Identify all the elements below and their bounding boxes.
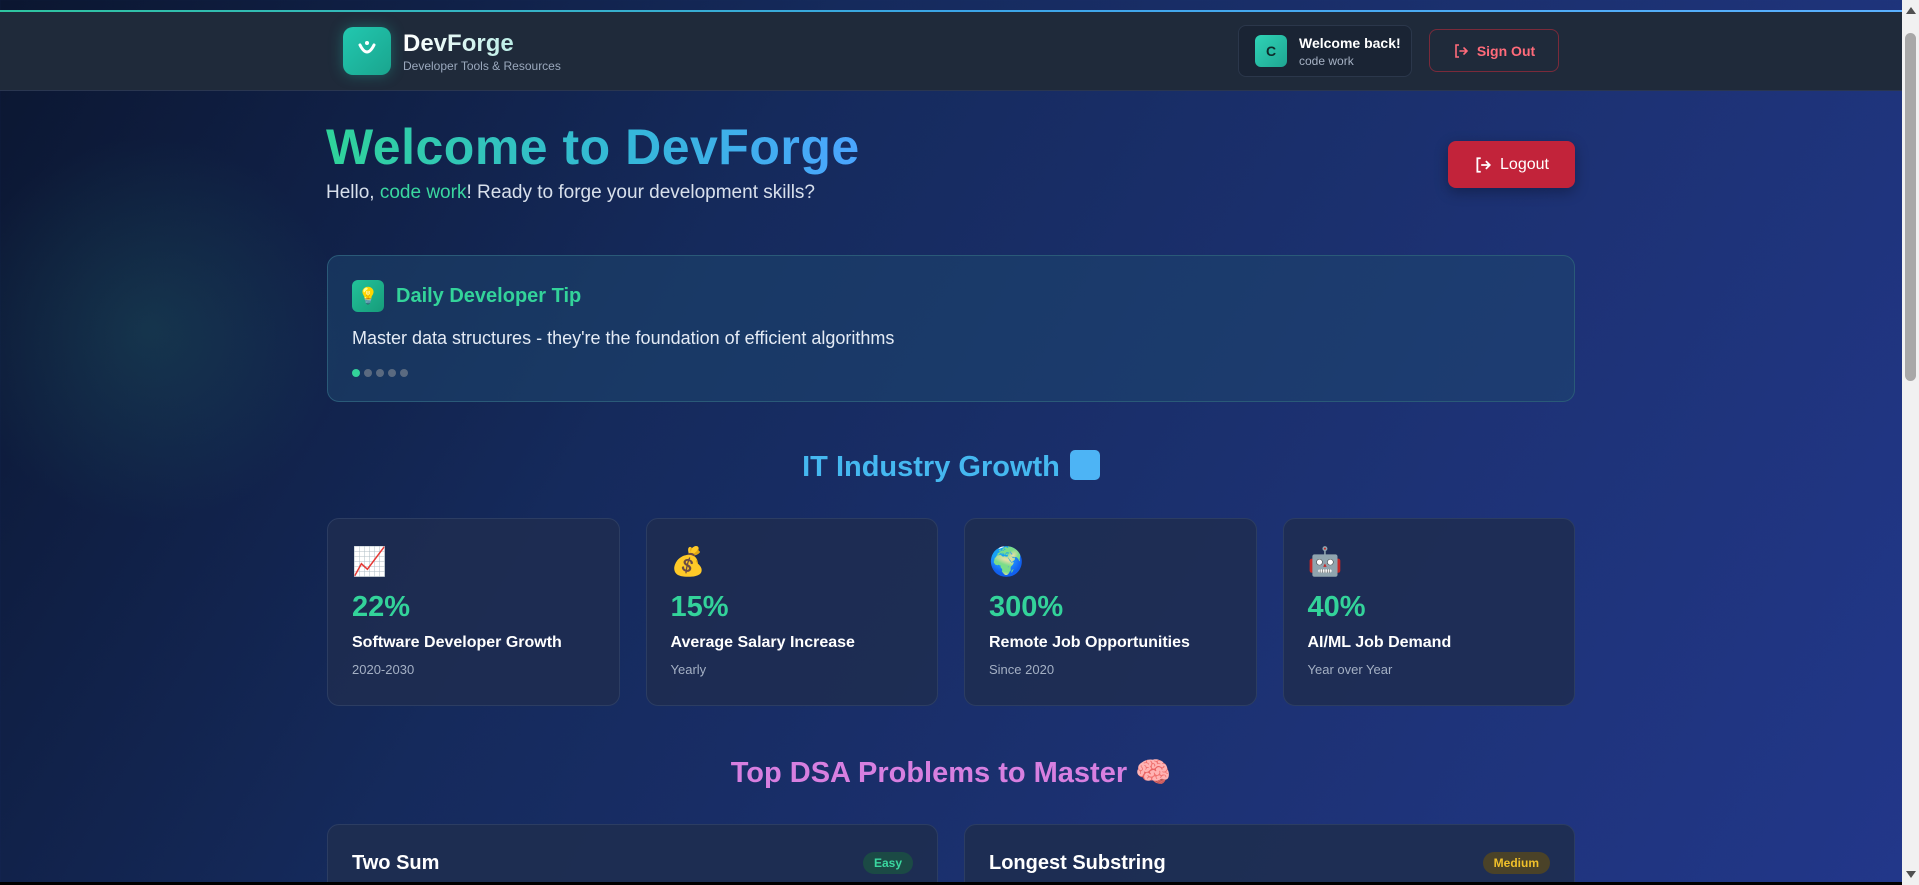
growth-card: 💰 15% Average Salary Increase Yearly bbox=[645, 518, 938, 706]
growth-section-title: IT Industry Growth bbox=[327, 450, 1575, 484]
tip-pagination bbox=[352, 369, 408, 377]
problem-card-two-sum[interactable]: Two Sum Easy bbox=[327, 824, 938, 885]
dsa-section-title: Top DSA Problems to Master 🧠 bbox=[327, 756, 1575, 790]
greeting-suffix: ! Ready to forge your development skills… bbox=[466, 182, 815, 203]
scroll-thumb[interactable] bbox=[1905, 33, 1916, 381]
stat-label: AI/ML Job Demand bbox=[1307, 634, 1452, 651]
scroll-down-arrow-icon[interactable] bbox=[1906, 871, 1916, 878]
globe-icon: 🌍 bbox=[989, 546, 1024, 577]
greeting-prefix: Hello, bbox=[326, 182, 380, 203]
scroll-up-arrow-icon[interactable] bbox=[1906, 7, 1916, 14]
blue-square-icon bbox=[1069, 450, 1100, 480]
stat-subtext: Year over Year bbox=[1307, 662, 1393, 677]
greeting-username: code work bbox=[379, 182, 467, 203]
tip-dot-2[interactable] bbox=[364, 369, 372, 377]
daily-tip-card: 💡 Daily Developer Tip Master data struct… bbox=[327, 255, 1575, 402]
welcome-title: Welcome back! bbox=[1299, 34, 1401, 51]
tip-title: Daily Developer Tip bbox=[396, 284, 582, 307]
growth-card: 🤖 40% AI/ML Job Demand Year over Year bbox=[1282, 518, 1575, 706]
brand-name: DevForge bbox=[403, 30, 561, 58]
stat-subtext: Yearly bbox=[670, 662, 707, 677]
money-bag-icon: 💰 bbox=[670, 546, 706, 577]
stat-label: Software Developer Growth bbox=[352, 634, 562, 651]
chart-increasing-icon: 📈 bbox=[352, 546, 387, 577]
difficulty-badge: Medium bbox=[1482, 852, 1550, 874]
lightbulb-icon: 💡 bbox=[352, 280, 384, 312]
avatar: C bbox=[1255, 35, 1287, 67]
stat-value: 40% bbox=[1307, 591, 1366, 623]
tip-dot-3[interactable] bbox=[376, 369, 384, 377]
logout-icon bbox=[1476, 156, 1492, 173]
problem-card-longest-substring[interactable]: Longest Substring Medium bbox=[964, 824, 1575, 885]
user-welcome-box: C Welcome back! code work bbox=[1238, 25, 1412, 77]
tip-dot-1[interactable] bbox=[352, 369, 360, 377]
growth-card: 📈 22% Software Developer Growth 2020-203… bbox=[327, 518, 620, 706]
tip-text: Master data structures - they're the fou… bbox=[352, 328, 895, 348]
stat-value: 300% bbox=[989, 591, 1064, 623]
sign-out-icon bbox=[1455, 43, 1468, 58]
page-title: Welcome to DevForge bbox=[326, 119, 860, 175]
background-glow bbox=[0, 120, 360, 540]
brand-logo-icon bbox=[343, 27, 391, 75]
sign-out-button[interactable]: Sign Out bbox=[1429, 29, 1559, 72]
tip-dot-4[interactable] bbox=[388, 369, 396, 377]
stat-label: Average Salary Increase bbox=[670, 634, 855, 651]
brain-icon: 🧠 bbox=[1135, 757, 1172, 789]
greeting-text: Hello, code work! Ready to forge your de… bbox=[326, 182, 815, 204]
logout-button[interactable]: Logout bbox=[1448, 141, 1575, 188]
robot-icon: 🤖 bbox=[1307, 546, 1343, 577]
growth-cards: 📈 22% Software Developer Growth 2020-203… bbox=[327, 518, 1575, 706]
problem-name: Two Sum bbox=[352, 852, 440, 874]
brand-tagline: Developer Tools & Resources bbox=[403, 58, 561, 73]
dsa-title-text: Top DSA Problems to Master bbox=[730, 757, 1128, 789]
difficulty-badge: Easy bbox=[862, 852, 913, 874]
stat-value: 15% bbox=[670, 591, 729, 623]
welcome-username: code work bbox=[1299, 53, 1354, 68]
top-navbar: DevForge Developer Tools & Resources C W… bbox=[0, 12, 1902, 91]
stat-label: Remote Job Opportunities bbox=[989, 634, 1190, 651]
tip-dot-5[interactable] bbox=[400, 369, 408, 377]
problem-name: Longest Substring bbox=[989, 852, 1166, 874]
sign-out-label: Sign Out bbox=[1476, 42, 1536, 59]
growth-card: 🌍 300% Remote Job Opportunities Since 20… bbox=[964, 518, 1257, 706]
stat-subtext: Since 2020 bbox=[989, 662, 1055, 677]
brand[interactable]: DevForge Developer Tools & Resources bbox=[343, 27, 561, 75]
stat-subtext: 2020-2030 bbox=[352, 662, 415, 677]
logout-label: Logout bbox=[1500, 155, 1549, 173]
growth-title-text: IT Industry Growth bbox=[802, 451, 1060, 483]
stat-value: 22% bbox=[352, 591, 411, 623]
vertical-scrollbar[interactable] bbox=[1902, 0, 1919, 885]
